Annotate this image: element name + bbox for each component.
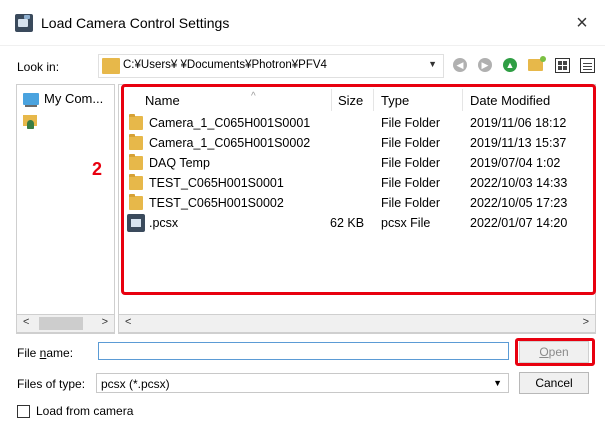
file-date: 2022/10/05 17:23 (470, 196, 568, 210)
file-size: 62 KB (330, 216, 365, 230)
file-type: File Folder (381, 116, 441, 130)
file-name-label: File name: (17, 346, 73, 360)
grid-glyph-icon (554, 57, 570, 73)
file-row[interactable]: Camera_1_C065H001S0001 File Folder 2019/… (127, 114, 589, 134)
load-from-camera-checkbox[interactable] (17, 404, 30, 418)
chevron-down-icon[interactable]: ▼ (428, 59, 437, 69)
forward-icon[interactable]: ▶ (476, 56, 494, 74)
scroll-thumb[interactable] (39, 317, 83, 330)
nav-item-my-computer[interactable]: My Com... (23, 91, 104, 107)
forward-arrow-icon: ▶ (478, 58, 492, 72)
column-label: Name (145, 93, 180, 108)
back-icon[interactable]: ◀ (451, 56, 469, 74)
column-divider[interactable] (331, 89, 332, 111)
file-date: 2019/07/04 1:02 (470, 156, 561, 170)
places-horizontal-scrollbar[interactable]: < > (16, 314, 115, 333)
file-name: TEST_C065H001S0002 (149, 196, 284, 210)
file-date: 2022/10/03 14:33 (470, 176, 568, 190)
scroll-left-icon[interactable]: < (125, 316, 131, 328)
file-date: 2019/11/06 18:12 (470, 116, 567, 130)
file-row[interactable]: TEST_C065H001S0001 File Folder 2022/10/0… (127, 174, 589, 194)
file-name-input[interactable] (98, 342, 509, 360)
folder-icon (129, 194, 143, 210)
file-type: pcsx File (381, 216, 431, 230)
close-button[interactable]: × (559, 0, 605, 46)
file-type: File Folder (381, 156, 441, 170)
column-header-size[interactable]: Size (338, 93, 363, 108)
file-type: File Folder (381, 136, 441, 150)
file-date: 2019/11/13 15:37 (470, 136, 567, 150)
label-part: File (17, 346, 40, 360)
file-type-label: Files of type: (17, 377, 86, 391)
nav-item-user[interactable] (23, 115, 37, 131)
file-list-horizontal-scrollbar[interactable]: < > (118, 314, 596, 333)
sort-ascending-icon: ^ (251, 91, 256, 102)
file-name: Camera_1_C065H001S0001 (149, 116, 311, 130)
file-name: Camera_1_C065H001S0002 (149, 136, 311, 150)
list-glyph-icon (579, 57, 595, 73)
column-divider[interactable] (373, 89, 374, 111)
file-row[interactable]: TEST_C065H001S0002 File Folder 2022/10/0… (127, 194, 589, 214)
camera-app-icon (15, 14, 33, 32)
computer-icon (23, 92, 39, 107)
scroll-right-icon[interactable]: > (583, 316, 589, 328)
file-name: DAQ Temp (149, 156, 210, 170)
file-type-select[interactable]: pcsx (*.pcsx) ▼ (96, 373, 509, 393)
column-header-date[interactable]: Date Modified (470, 93, 550, 108)
folder-icon (129, 174, 143, 190)
file-row[interactable]: Camera_1_C065H001S0002 File Folder 2019/… (127, 134, 589, 154)
title-bar: Load Camera Control Settings × (0, 0, 605, 46)
cancel-button[interactable]: Cancel (519, 372, 589, 394)
button-label: pen (548, 345, 569, 359)
folder-icon (129, 134, 143, 150)
places-panel[interactable]: My Com... (16, 84, 115, 334)
details-view-icon[interactable] (578, 56, 596, 74)
load-from-camera-label: Load from camera (36, 404, 134, 418)
scroll-left-icon[interactable]: < (23, 316, 29, 328)
folder-icon (102, 58, 120, 74)
file-row[interactable]: DAQ Temp File Folder 2019/07/04 1:02 (127, 154, 589, 174)
pcsx-file-icon (127, 214, 145, 232)
open-button[interactable]: Open (519, 341, 589, 363)
look-in-label: Look in: (17, 60, 60, 74)
folder-icon (129, 114, 143, 130)
file-row[interactable]: .pcsx 62 KB pcsx File 2022/01/07 14:20 (127, 214, 589, 234)
file-name: .pcsx (149, 216, 179, 230)
up-folder-icon[interactable]: ▲ (501, 56, 519, 74)
callout-number: 2 (92, 159, 103, 179)
load-from-camera-option[interactable]: Load from camera (17, 404, 133, 418)
look-in-path: C:¥Users¥ ¥Documents¥Photron¥PFV4 (123, 59, 327, 71)
chevron-down-icon[interactable]: ▼ (493, 378, 502, 388)
button-mnemonic: O (539, 345, 549, 359)
file-type: File Folder (381, 196, 441, 210)
back-arrow-icon: ◀ (453, 58, 467, 72)
file-type-value: pcsx (*.pcsx) (101, 377, 170, 391)
user-folder-icon (23, 115, 37, 131)
column-header-type[interactable]: Type (381, 93, 409, 108)
new-folder-glyph-icon (527, 56, 546, 71)
grid-view-icon[interactable] (553, 56, 571, 74)
file-date: 2022/01/07 14:20 (470, 216, 568, 230)
window-title: Load Camera Control Settings (41, 15, 230, 31)
look-in-combobox[interactable]: C:¥Users¥ ¥Documents¥Photron¥PFV4 ▼ (98, 54, 444, 78)
up-arrow-icon: ▲ (503, 58, 517, 72)
column-divider[interactable] (462, 89, 463, 111)
column-header-name[interactable]: Name ^ (145, 91, 256, 108)
file-name: TEST_C065H001S0001 (149, 176, 284, 190)
folder-icon (129, 154, 143, 170)
new-folder-icon[interactable] (526, 56, 546, 74)
scroll-right-icon[interactable]: > (102, 316, 108, 328)
file-type: File Folder (381, 176, 441, 190)
label-part: ame: (46, 346, 74, 360)
nav-item-label: My Com... (44, 91, 104, 106)
file-list[interactable]: Name ^ Size Type Date Modified Camera_1_… (118, 84, 596, 334)
